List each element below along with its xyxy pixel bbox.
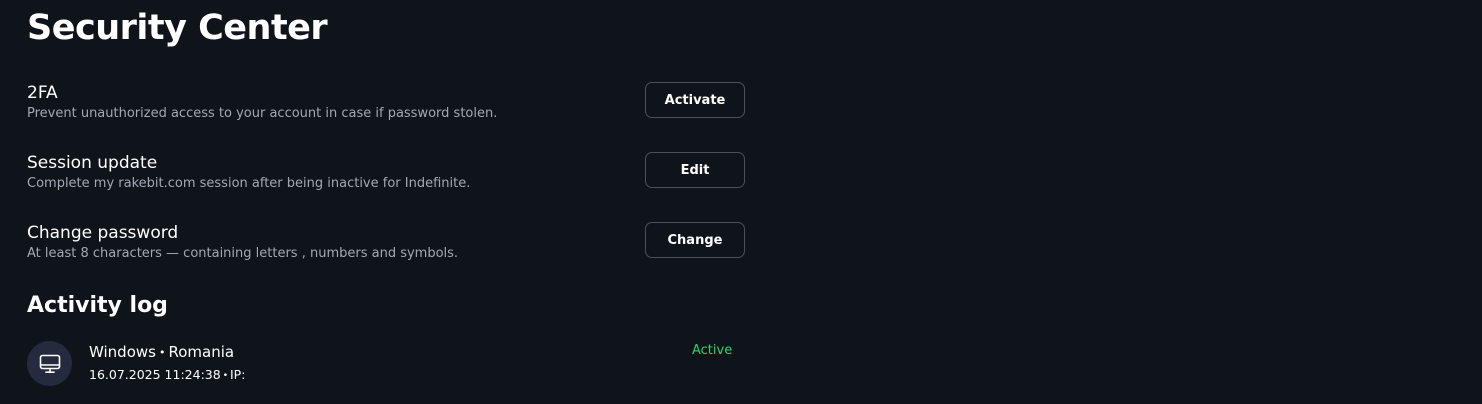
setting-row-change-password: Change password At least 8 characters — … — [27, 222, 747, 262]
setting-row-2fa: 2FA Prevent unauthorized access to your … — [27, 82, 747, 122]
setting-description-session-update: Complete my rakebit.com session after be… — [27, 176, 471, 191]
setting-title-2fa: 2FA — [27, 83, 58, 103]
activity-log-item: Windows • Romania 16.07.2025 11:24:38 • IP: … — [27, 340, 747, 388]
separator-dot: • — [222, 371, 228, 381]
setting-row-session-update: Session update Complete my rakebit.com s… — [27, 152, 747, 192]
setting-description-2fa: Prevent unauthorized access to your acco… — [27, 106, 498, 121]
setting-title-session-update: Session update — [27, 153, 158, 173]
setting-description-change-password: At least 8 characters — containing lette… — [27, 246, 459, 261]
activity-device-info: Windows • Romania — [89, 342, 234, 363]
activity-ip-label: IP: — [230, 367, 246, 382]
activity-log-title: Activity log — [27, 293, 168, 318]
page-title: Security Center — [27, 8, 328, 48]
activity-location: Romania — [168, 343, 235, 361]
activity-meta: 16.07.2025 11:24:38 • IP: — [89, 367, 245, 384]
change-password-button[interactable]: Change — [645, 222, 745, 258]
activate-2fa-button[interactable]: Activate — [645, 82, 745, 118]
activity-os: Windows — [89, 343, 156, 361]
security-center-page: Security Center 2FA Prevent unauthorized… — [0, 0, 1482, 404]
status-badge: Active — [692, 343, 733, 358]
device-avatar — [27, 341, 72, 386]
activity-timestamp: 16.07.2025 11:24:38 — [89, 367, 221, 382]
setting-title-change-password: Change password — [27, 223, 179, 243]
edit-session-button[interactable]: Edit — [645, 152, 745, 188]
separator-dot: • — [158, 346, 166, 359]
monitor-icon — [39, 354, 60, 373]
